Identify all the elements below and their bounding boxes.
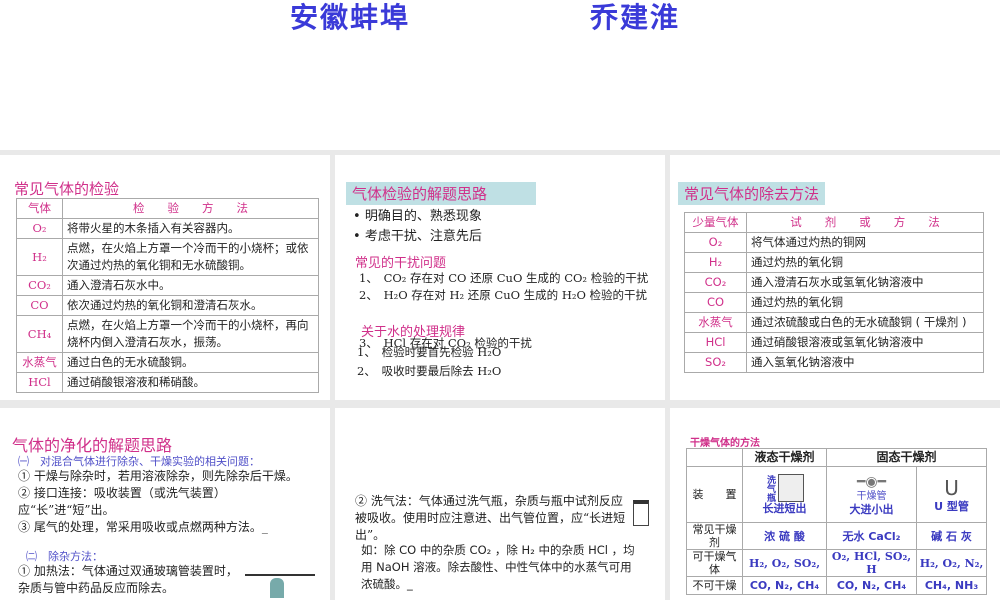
row-label: 可干燥气体 xyxy=(686,549,743,577)
panel-drying-methods: 干燥气体的方法 液态干燥剂 固态干燥剂 装 置 洗气瓶 长进短出 ━◉━ 干燥管 大进小… xyxy=(670,408,1000,600)
gas-cell: H₂, O₂, SO₂, xyxy=(742,549,827,577)
panel-detection-approach: 气体检验的解题思路 • 明确目的、熟悉现象 • 考虑干扰、注意先后 常见的干扰问… xyxy=(335,155,665,400)
panel-gas-removal: 常见气体的除去方法 少量气体试 剂 或 方 法 O₂ 将气体通过灼热的铜网 H₂ 通… xyxy=(670,155,1000,400)
water-rule: 1、 检验时要首先检验 H₂O xyxy=(357,345,502,359)
interference-item: 2、 H₂O 存在对 H₂ 还原 CuO 生成的 H₂O 检验的干扰 xyxy=(359,288,648,302)
header-area: 安徽蚌埠 乔建淮 xyxy=(0,0,1000,150)
panel-gas-detection: 常见气体的检验 气体检 验 方 法 O₂ 将带火星的木条插入有关容器内。 H₂ 点燃… xyxy=(0,155,330,400)
method-cell: 点燃，在火焰上方罩一个冷而干的小烧杯，再向烧杯内倒入澄清石灰水，振荡。 xyxy=(62,315,319,353)
method-cell: 通入澄清石灰水或氢氧化钠溶液中 xyxy=(746,272,984,293)
agent-cell: 碱 石 灰 xyxy=(915,522,988,550)
bottle-rule: 长进短出 xyxy=(762,502,807,515)
method-cell: 通过灼热的氧化铜 xyxy=(746,292,984,313)
gas-cell: SO₂ xyxy=(684,352,747,373)
agent-cell: 浓 硫 酸 xyxy=(742,522,827,550)
utube-label: U 型管 xyxy=(934,500,969,513)
bullet-item: • 明确目的、熟悉现象 xyxy=(353,209,482,224)
col-header: 固态干燥剂 xyxy=(825,448,988,467)
panel-title: 常见气体的检验 xyxy=(14,180,120,198)
gas-cell: CO, N₂, CH₄ xyxy=(826,576,917,595)
rule-line: ③ 尾气的处理，常采用吸收或点燃两种方法。_ xyxy=(18,520,268,534)
col-header: 试 剂 或 方 法 xyxy=(746,212,984,233)
drying-tube-icon: ━◉━ xyxy=(856,473,887,490)
panel-title: 气体检验的解题思路 xyxy=(346,182,536,205)
col-header: 气体 xyxy=(16,198,63,219)
method-cell: 将带火星的木条插入有关容器内。 xyxy=(62,218,319,239)
method-cell: 依次通过灼热的氧化铜和澄清石灰水。 xyxy=(62,295,319,316)
gas-cell: H₂ xyxy=(16,238,63,276)
method-cell: 通过灼热的氧化铜 xyxy=(746,252,984,273)
gas-cell: CO xyxy=(684,292,747,313)
gas-washing-bottle-icon xyxy=(633,500,649,526)
method-cell: 通过硝酸银溶液和稀硝酸。 xyxy=(62,372,319,393)
u-tube-cell: UU 型管 xyxy=(915,466,988,523)
col-header: 少量气体 xyxy=(684,212,747,233)
method-cell: 通过白色的无水硫酸铜。 xyxy=(62,352,319,373)
gas-cell: O₂, HCl, SO₂, H xyxy=(826,549,917,577)
subheading-water: 关于水的处理规律 xyxy=(361,325,466,340)
row-label: 不可干燥 xyxy=(686,576,743,595)
gas-cell: O₂ xyxy=(684,232,747,253)
gas-cell: CO, N₂, CH₄ xyxy=(742,576,827,595)
method-cell: 通入澄清石灰水中。 xyxy=(62,275,319,296)
subheading-interference: 常见的干扰问题 xyxy=(355,256,447,271)
tube-label: 干燥管 xyxy=(856,490,887,502)
agent-cell: 无水 CaCl₂ xyxy=(826,522,917,550)
gas-cell: CH₄ xyxy=(16,315,63,353)
method-cell: 通入氢氧化钠溶液中 xyxy=(746,352,984,373)
gas-cell: CH₄, NH₃ xyxy=(915,576,988,595)
bullet-item: • 考虑干扰、注意先后 xyxy=(353,229,482,244)
wash-bottle-cell: 洗气瓶 长进短出 xyxy=(742,466,827,523)
method-cell: 通过硝酸银溶液或氢氧化钠溶液中 xyxy=(746,332,984,353)
panel-purification-approach: 气体的净化的解题思路 ㈠ 对混合气体进行除杂、干燥实验的相关问题： ① 干燥与除… xyxy=(0,408,330,600)
rule-line: ② 接口连接：吸收装置（或洗气装置）应“长”进“短”出。 xyxy=(18,486,226,517)
drying-table: 液态干燥剂 固态干燥剂 装 置 洗气瓶 长进短出 ━◉━ 干燥管 大进小出 UU 型管 … xyxy=(686,448,988,595)
wash-bottle-icon xyxy=(778,474,804,502)
row-label: 装 置 xyxy=(686,466,743,523)
gas-cell: H₂, O₂, N₂, xyxy=(915,549,988,577)
row-label: 常见干燥剂 xyxy=(686,522,743,550)
interference-item: 1、 CO₂ 存在对 CO 还原 CuO 生成的 CO₂ 检验的干扰 xyxy=(359,271,649,285)
gas-cell: CO₂ xyxy=(16,275,63,296)
washing-example: 如：除 CO 中的杂质 CO₂ ，除 H₂ 中的杂质 HCl ，均用 NaOH … xyxy=(361,543,635,591)
drying-tube-cell: ━◉━ 干燥管 大进小出 xyxy=(826,466,917,523)
washing-description: ② 洗气法：气体通过洗气瓶，杂质与瓶中试剂反应被吸收。使用时应注意进、出气管位置… xyxy=(355,494,626,542)
u-tube-icon: U xyxy=(944,476,959,500)
bottle-label: 洗气瓶 xyxy=(765,475,775,502)
method-cell: 点燃，在火焰上方罩一个冷而干的小烧杯；或依次通过灼热的氧化铜和无水硫酸铜。 xyxy=(62,238,319,276)
water-rule: 2、 吸收时要最后除去 H₂O xyxy=(357,364,502,378)
gas-cell: CO₂ xyxy=(684,272,747,293)
gas-cell: CO xyxy=(16,295,63,316)
method-cell: 将气体通过灼热的铜网 xyxy=(746,232,984,253)
col-header: 液态干燥剂 xyxy=(742,448,827,467)
gas-cell: H₂ xyxy=(684,252,747,273)
heating-method: ① 加热法：气体通过双通玻璃管装置时，杂质与管中药品反应而除去。 xyxy=(18,564,238,595)
detection-table: 气体检 验 方 法 O₂ 将带火星的木条插入有关容器内。 H₂ 点燃，在火焰上方罩一… xyxy=(16,198,319,393)
tube-apparatus-icon xyxy=(245,574,315,576)
header-author: 乔建淮 xyxy=(590,1,681,34)
col-header: 检 验 方 法 xyxy=(62,198,319,219)
panel-title: 常见气体的除去方法 xyxy=(678,182,826,205)
removal-table: 少量气体试 剂 或 方 法 O₂ 将气体通过灼热的铜网 H₂ 通过灼热的氧化铜 CO… xyxy=(684,212,984,373)
header-location: 安徽蚌埠 xyxy=(290,1,411,34)
gas-cell: HCl xyxy=(684,332,747,353)
tube-rule: 大进小出 xyxy=(849,502,894,516)
panel-title: 干燥气体的方法 xyxy=(690,438,760,449)
gas-cell: O₂ xyxy=(16,218,63,239)
burner-icon xyxy=(270,578,284,598)
gas-cell: 水蒸气 xyxy=(16,352,63,373)
method-cell: 通过浓硫酸或白色的无水硫酸铜 ( 干燥剂 ) xyxy=(746,312,984,333)
gas-cell: 水蒸气 xyxy=(684,312,747,333)
rule-line: ① 干燥与除杂时，若用溶液除杂，则先除杂后干燥。 xyxy=(18,469,298,483)
gas-cell: HCl xyxy=(16,372,63,393)
panel-washing-method: ② 洗气法：气体通过洗气瓶，杂质与瓶中试剂反应被吸收。使用时应注意进、出气管位置… xyxy=(335,408,665,600)
